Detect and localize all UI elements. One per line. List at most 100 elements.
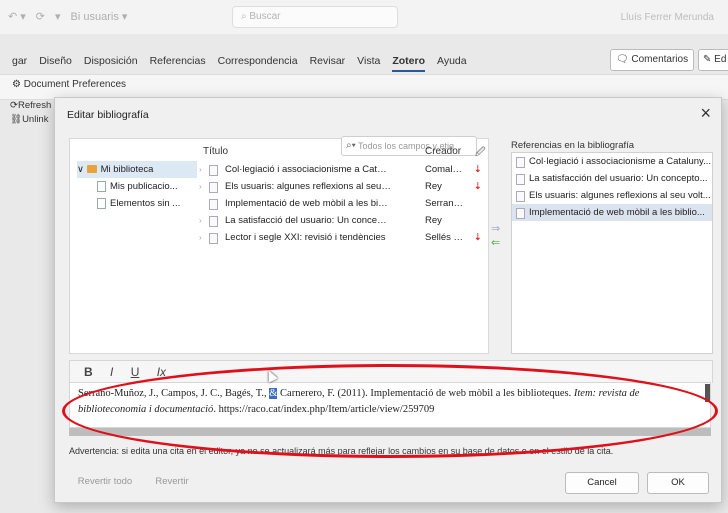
tab-referencias[interactable]: Referencias <box>150 50 206 72</box>
document-icon <box>209 199 218 210</box>
column-creator[interactable]: Creador <box>425 146 461 157</box>
tab-diseno[interactable]: Diseño <box>39 50 72 72</box>
reference-item[interactable]: Els usuaris: algunes reflexions al seu v… <box>512 187 712 204</box>
tab-ayuda[interactable]: Ayuda <box>437 50 467 72</box>
item-creator: Rey <box>425 181 442 192</box>
column-title[interactable]: Título <box>203 146 228 157</box>
move-buttons: ⇒ ⇐ <box>491 222 505 250</box>
tab-vista[interactable]: Vista <box>357 50 380 72</box>
editor-scrollbar-thumb[interactable] <box>705 384 710 402</box>
tab-disposicion[interactable]: Disposición <box>84 50 138 72</box>
redo-button[interactable]: ⟳ <box>36 10 45 23</box>
add-to-bibliography-button[interactable]: ⇐ <box>491 236 505 250</box>
item-title: La satisfacció del usuario: Un concepto … <box>225 215 391 226</box>
comments-label: Comentarios <box>631 54 689 65</box>
search-placeholder: Buscar <box>249 11 281 22</box>
document-name[interactable]: Bi usuaris ▾ <box>71 10 128 23</box>
document-icon <box>516 157 525 168</box>
tree-item-label: Elementos sin ... <box>110 198 181 209</box>
citation-editor[interactable]: Serrano-Muñoz, J., Campos, J. C., Bagés,… <box>69 382 711 428</box>
warning-text: Advertencia: si edita una cita en el edi… <box>69 446 614 456</box>
list-item[interactable]: Implementació de web mòbil a les bibliot… <box>203 195 493 212</box>
quick-access-toolbar[interactable]: ↶ ▾ ⟳ ▾ Bi usuaris ▾ <box>8 10 127 23</box>
comments-button[interactable]: 🗨 Comentarios <box>610 49 694 71</box>
user-name[interactable]: Lluís Ferrer Merunda <box>621 12 714 23</box>
document-icon <box>209 182 218 193</box>
unlink-icon: ⛓ <box>10 114 23 125</box>
refresh-button[interactable]: ⟳Refresh <box>10 100 51 111</box>
edit-bibliography-dialog: Editar bibliografía × ⌕▾ Todos los campo… <box>54 97 722 503</box>
reference-title: Els usuaris: algunes reflexions al seu v… <box>529 190 711 201</box>
underline-button[interactable]: U <box>131 361 140 383</box>
chevron-right-icon: › <box>199 216 202 225</box>
pdf-icon: ⇣ <box>474 181 482 191</box>
tree-item-elementos-sin[interactable]: Elementos sin ... <box>77 195 197 212</box>
title-bar: ↶ ▾ ⟳ ▾ Bi usuaris ▾ ⌕ Buscar Lluís Ferr… <box>0 0 728 34</box>
item-title: Col·legiació i associacionisme a Catalun… <box>225 164 391 175</box>
references-label: Referencias en la bibliografía <box>511 140 635 151</box>
editor-horizontal-scrollbar[interactable] <box>69 428 711 436</box>
tab-revisar[interactable]: Revisar <box>310 50 346 72</box>
undo-button[interactable]: ↶ ▾ <box>8 10 26 23</box>
attachment-column-icon[interactable]: 🖉 <box>475 145 486 162</box>
pdf-icon: ⇣ <box>474 232 482 242</box>
chevron-down-icon: ∨ <box>77 164 87 175</box>
document-icon <box>516 191 525 202</box>
unlink-button[interactable]: ⛓Unlink <box>10 114 48 125</box>
item-creator: Rey <box>425 215 442 226</box>
reference-title: Implementació de web mòbil a les biblio.… <box>529 207 705 218</box>
cancel-button[interactable]: Cancel <box>565 472 639 494</box>
comment-icon: 🗨 <box>615 54 632 65</box>
reference-item-selected[interactable]: Implementació de web mòbil a les biblio.… <box>512 204 712 221</box>
document-icon <box>209 216 218 227</box>
clear-format-button[interactable]: Ix <box>157 361 166 383</box>
remove-from-bibliography-button[interactable]: ⇒ <box>491 222 505 236</box>
list-item[interactable]: › Els usuaris: algunes reflexions al seu … <box>199 178 493 195</box>
chevron-right-icon: › <box>199 182 202 191</box>
gear-icon: ⚙ <box>12 79 24 90</box>
document-preferences-button[interactable]: ⚙ Document Preferences <box>12 79 126 90</box>
revert-button[interactable]: Revertir <box>147 472 197 492</box>
chevron-right-icon: › <box>199 165 202 174</box>
list-item[interactable]: › La satisfacció del usuario: Un concepto… <box>199 212 493 229</box>
editor-toolbar: B I U Ix <box>69 360 713 383</box>
word-search-input[interactable]: ⌕ Buscar <box>232 6 398 28</box>
document-icon <box>97 197 106 209</box>
dialog-title: Editar bibliografía <box>67 109 149 121</box>
reference-item[interactable]: Col·legiació i associacionisme a Catalun… <box>512 153 712 170</box>
edit-label: Ed <box>714 54 727 65</box>
customize-button[interactable]: ▾ <box>55 10 61 23</box>
items-list: › Col·legiació i associacionisme a Catalu… <box>199 161 493 246</box>
unlink-label: Unlink <box>22 114 49 125</box>
list-item[interactable]: › Lector i segle XXI: revisió i tendèncie… <box>199 229 493 246</box>
item-creator: Comalat ... <box>425 164 467 175</box>
document-icon <box>516 208 525 219</box>
pencil-icon: ✎ <box>703 54 715 65</box>
folder-icon <box>86 165 97 174</box>
citation-journal: Item: revista de <box>573 388 640 399</box>
reference-title: La satisfacción del usuario: Un concepto… <box>529 173 708 184</box>
close-icon[interactable]: × <box>700 102 711 124</box>
document-preferences-label: Document Preferences <box>23 79 127 90</box>
item-title: Implementació de web mòbil a les bibliot… <box>225 198 391 209</box>
tree-item-label: Mis publicacio... <box>110 181 178 192</box>
tree-item-mis-publicaciones[interactable]: Mis publicacio... <box>77 178 197 195</box>
list-item[interactable]: › Col·legiació i associacionisme a Catalu… <box>199 161 493 178</box>
collection-tree: ∨ Mi biblioteca Mis publicacio... Elemen… <box>77 161 197 212</box>
citation-text: Carnerero, F. (2011). Implementació de w… <box>277 388 574 399</box>
edit-button[interactable]: ✎ Ed <box>698 49 728 71</box>
italic-button[interactable]: I <box>110 361 113 383</box>
search-icon: ⌕▾ <box>346 140 356 151</box>
reference-title: Col·legiació i associacionisme a Catalun… <box>529 156 711 167</box>
tree-item-mi-biblioteca[interactable]: ∨ Mi biblioteca <box>77 161 197 178</box>
tree-item-label: Mi biblioteca <box>100 164 154 175</box>
reference-item[interactable]: La satisfacción del usuario: Un concepto… <box>512 170 712 187</box>
chevron-right-icon: › <box>199 233 202 242</box>
item-title: Lector i segle XXI: revisió i tendències <box>225 232 386 243</box>
tab-gar[interactable]: gar <box>12 50 27 72</box>
tab-correspondencia[interactable]: Correspondencia <box>218 50 298 72</box>
revert-all-button[interactable]: Revertir todo <box>69 472 141 492</box>
bold-button[interactable]: B <box>84 361 93 383</box>
tab-zotero[interactable]: Zotero <box>392 50 425 72</box>
ok-button[interactable]: OK <box>647 472 709 494</box>
